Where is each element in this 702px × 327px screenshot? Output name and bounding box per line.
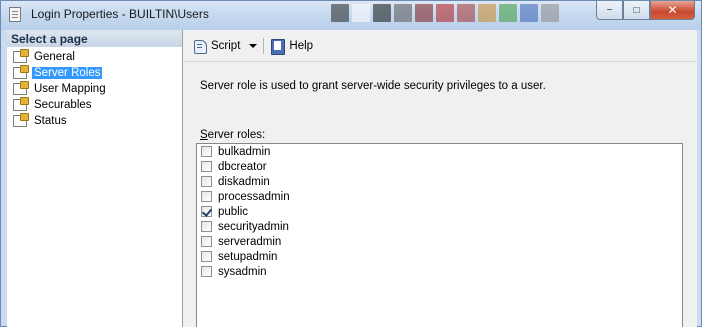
script-dropdown-arrow-icon[interactable] [249,43,258,48]
toolbar-separator [263,37,265,54]
role-row-diskadmin[interactable]: diskadmin [197,174,682,189]
page-item-server-roles[interactable]: Server Roles [7,65,182,81]
select-page-header: Select a page [7,30,182,47]
server-roles-list[interactable]: bulkadmin dbcreator diskadmin processadm… [196,143,683,327]
page-item-label: User Mapping [34,83,106,95]
server-roles-label-accelerator: S [200,129,208,141]
role-checkbox[interactable] [201,221,212,232]
page-wrench-icon [13,49,29,63]
server-role-description: Server role is used to grant server-wide… [200,80,546,92]
help-book-icon [271,38,286,55]
minimize-button[interactable]: − [596,1,623,20]
server-roles-label-text: erver roles: [207,129,266,141]
role-checkbox[interactable] [201,176,212,187]
color-swatch [478,4,496,22]
page-item-label: General [34,51,75,63]
role-checkbox[interactable] [201,266,212,277]
color-swatch [415,4,433,22]
role-name: serveradmin [218,235,282,248]
role-name: bulkadmin [218,145,271,158]
role-row-securityadmin[interactable]: securityadmin [197,219,682,234]
page-wrench-icon [13,81,29,95]
page-item-general[interactable]: General [7,49,182,65]
window-title: Login Properties - BUILTIN\Users [31,7,209,21]
select-page-panel: Select a page General Server Roles User … [7,30,183,327]
page-item-status[interactable]: Status [7,113,182,129]
role-checkbox-checked[interactable] [201,206,212,217]
color-swatch [499,4,517,22]
color-swatch [394,4,412,22]
role-row-serveradmin[interactable]: serveradmin [197,234,682,249]
role-name: diskadmin [218,175,270,188]
dialog-client-area: Select a page General Server Roles User … [7,30,697,327]
role-checkbox[interactable] [201,191,212,202]
color-swatch [541,4,559,22]
role-checkbox[interactable] [201,146,212,157]
role-name: public [218,205,249,218]
role-row-public[interactable]: public [197,204,682,219]
color-swatch [352,4,370,22]
help-button[interactable]: Help [268,35,316,57]
page-item-label: Securables [34,99,92,111]
script-button-label: Script [211,39,241,52]
background-color-swatches [331,4,559,26]
role-name: processadmin [218,190,290,203]
role-checkbox[interactable] [201,251,212,262]
maximize-button[interactable]: □ [623,1,650,20]
page-wrench-icon [13,65,29,79]
close-button[interactable]: ✕ [650,1,695,20]
role-name: securityadmin [218,220,289,233]
page-item-user-mapping[interactable]: User Mapping [7,81,182,97]
login-properties-window: Login Properties - BUILTIN\Users − □ ✕ S… [0,0,702,327]
close-icon: ✕ [667,3,678,17]
server-roles-page: Script Help Server role is used to grant… [184,30,697,327]
role-row-processadmin[interactable]: processadmin [197,189,682,204]
role-name: setupadmin [218,250,278,263]
caption-buttons: − □ ✕ [596,1,695,20]
script-icon [193,39,207,54]
role-row-dbcreator[interactable]: dbcreator [197,159,682,174]
color-swatch [436,4,454,22]
page-wrench-icon [13,97,29,111]
color-swatch [457,4,475,22]
page-item-label: Status [34,115,67,127]
role-row-sysadmin[interactable]: sysadmin [197,264,682,279]
role-row-setupadmin[interactable]: setupadmin [197,249,682,264]
page-list: General Server Roles User Mapping Secura… [7,47,182,129]
color-swatch [331,4,349,22]
color-swatch [520,4,538,22]
role-checkbox[interactable] [201,236,212,247]
maximize-icon: □ [633,4,640,16]
role-name: dbcreator [218,160,267,173]
color-swatch [373,4,391,22]
server-roles-label: Server roles: [200,129,265,141]
help-button-label: Help [289,39,314,52]
window-document-icon [9,7,21,22]
page-item-securables[interactable]: Securables [7,97,182,113]
role-checkbox[interactable] [201,161,212,172]
role-row-bulkadmin[interactable]: bulkadmin [197,144,682,159]
page-item-label: Server Roles [32,67,103,79]
page-wrench-icon [13,113,29,127]
role-name: sysadmin [218,265,267,278]
toolbar: Script Help [184,30,697,62]
title-bar[interactable]: Login Properties - BUILTIN\Users − □ ✕ [1,1,701,30]
script-button[interactable]: Script [190,35,243,57]
minimize-icon: − [606,4,613,16]
